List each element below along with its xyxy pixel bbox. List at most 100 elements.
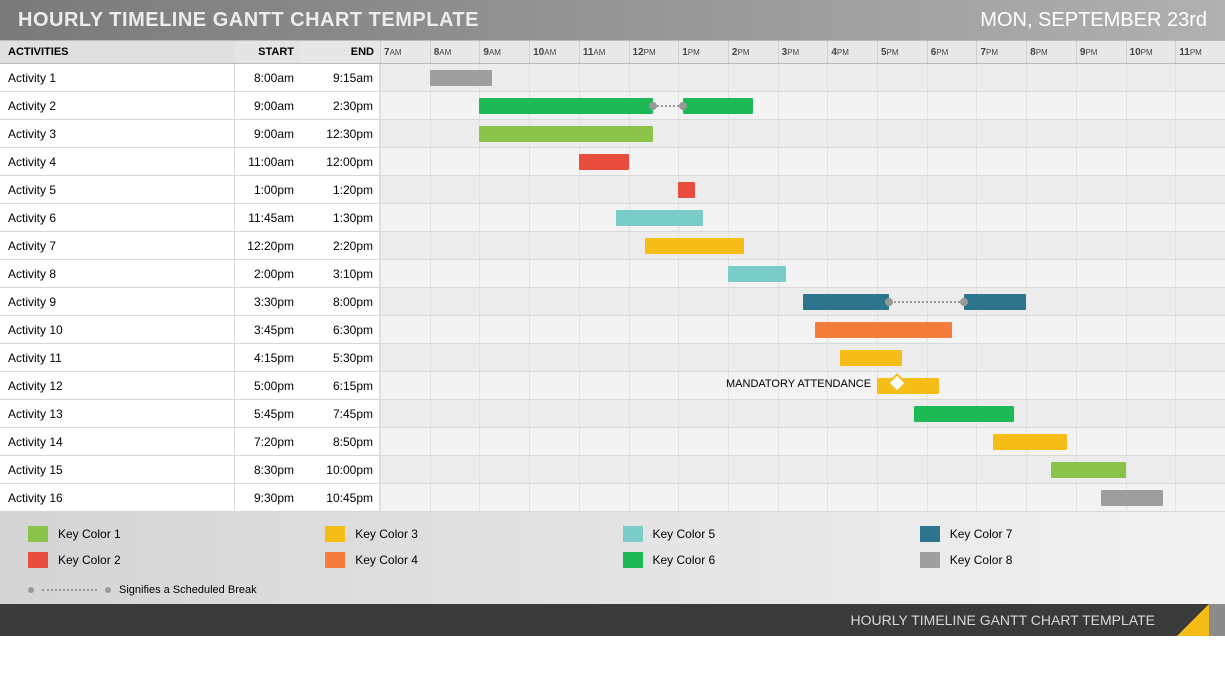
legend: Key Color 1Key Color 3Key Color 5Key Col… bbox=[0, 512, 1225, 604]
table-header: ACTIVITIES START END 7AM8AM9AM10AM11AM12… bbox=[0, 40, 1225, 64]
annotation-label: MANDATORY ATTENDANCE bbox=[726, 378, 877, 390]
timeline-cell bbox=[380, 400, 1225, 427]
table-row: Activity 18:00am9:15am bbox=[0, 64, 1225, 92]
legend-label: Key Color 8 bbox=[950, 553, 1013, 567]
hour-label: 2PM bbox=[728, 41, 778, 63]
timeline-cell bbox=[380, 260, 1225, 287]
timeline-cell bbox=[380, 428, 1225, 455]
start-time: 8:30pm bbox=[235, 456, 300, 483]
legend-swatch-icon bbox=[623, 552, 643, 568]
timeline-cell bbox=[380, 232, 1225, 259]
timeline-cell bbox=[380, 456, 1225, 483]
table-row: Activity 93:30pm8:00pm bbox=[0, 288, 1225, 316]
end-time: 6:30pm bbox=[300, 316, 380, 343]
legend-swatch-icon bbox=[325, 552, 345, 568]
activity-name: Activity 5 bbox=[0, 176, 235, 203]
gantt-bar[interactable] bbox=[616, 210, 703, 226]
gantt-bar[interactable] bbox=[479, 126, 653, 142]
timeline-cell bbox=[380, 204, 1225, 231]
end-time: 1:20pm bbox=[300, 176, 380, 203]
gantt-bar[interactable] bbox=[914, 406, 1013, 422]
legend-item: Key Color 7 bbox=[920, 526, 1217, 542]
gantt-bar[interactable] bbox=[1051, 462, 1126, 478]
table-row: Activity 103:45pm6:30pm bbox=[0, 316, 1225, 344]
gantt-bar[interactable] bbox=[430, 70, 492, 86]
table-row: Activity 82:00pm3:10pm bbox=[0, 260, 1225, 288]
gantt-bar[interactable] bbox=[1101, 490, 1163, 506]
gantt-bar[interactable] bbox=[645, 238, 744, 254]
legend-break-item: Signifies a Scheduled Break bbox=[28, 578, 1217, 596]
end-time: 5:30pm bbox=[300, 344, 380, 371]
end-time: 12:30pm bbox=[300, 120, 380, 147]
hour-label: 7PM bbox=[976, 41, 1026, 63]
table-row: Activity 135:45pm7:45pm bbox=[0, 400, 1225, 428]
end-time: 2:30pm bbox=[300, 92, 380, 119]
legend-label: Key Color 3 bbox=[355, 527, 418, 541]
page-title: HOURLY TIMELINE GANTT CHART TEMPLATE bbox=[18, 9, 479, 32]
gantt-bar[interactable] bbox=[579, 154, 629, 170]
hour-label: 5PM bbox=[877, 41, 927, 63]
timeline-cell: MANDATORY ATTENDANCE bbox=[380, 372, 1225, 399]
legend-item: Key Color 8 bbox=[920, 552, 1217, 568]
end-time: 7:45pm bbox=[300, 400, 380, 427]
footer-accent2 bbox=[1209, 604, 1225, 636]
activity-name: Activity 16 bbox=[0, 484, 235, 511]
hour-label: 7AM bbox=[380, 41, 430, 63]
legend-break-label: Signifies a Scheduled Break bbox=[119, 584, 257, 596]
timeline-cell bbox=[380, 64, 1225, 91]
legend-item: Key Color 5 bbox=[623, 526, 920, 542]
gantt-bar[interactable] bbox=[678, 182, 694, 198]
timeline-cell bbox=[380, 344, 1225, 371]
activity-name: Activity 15 bbox=[0, 456, 235, 483]
gantt-bar[interactable] bbox=[803, 294, 890, 310]
gantt-bar[interactable] bbox=[815, 322, 952, 338]
gantt-bar[interactable] bbox=[728, 266, 786, 282]
activity-name: Activity 11 bbox=[0, 344, 235, 371]
legend-label: Key Color 2 bbox=[58, 553, 121, 567]
hour-label: 1PM bbox=[678, 41, 728, 63]
start-time: 5:00pm bbox=[235, 372, 300, 399]
hour-label: 3PM bbox=[778, 41, 828, 63]
gantt-bar[interactable] bbox=[683, 98, 753, 114]
end-time: 12:00pm bbox=[300, 148, 380, 175]
table-row: Activity 147:20pm8:50pm bbox=[0, 428, 1225, 456]
header-bar: HOURLY TIMELINE GANTT CHART TEMPLATE MON… bbox=[0, 0, 1225, 40]
timeline-cell bbox=[380, 176, 1225, 203]
start-time: 11:45am bbox=[235, 204, 300, 231]
break-line-icon bbox=[42, 589, 97, 591]
timeline-cell bbox=[380, 484, 1225, 511]
timeline-cell bbox=[380, 92, 1225, 119]
legend-item: Key Color 1 bbox=[28, 526, 325, 542]
start-time: 8:00am bbox=[235, 64, 300, 91]
legend-label: Key Color 4 bbox=[355, 553, 418, 567]
activity-name: Activity 7 bbox=[0, 232, 235, 259]
activity-name: Activity 8 bbox=[0, 260, 235, 287]
activity-name: Activity 12 bbox=[0, 372, 235, 399]
legend-item: Key Color 4 bbox=[325, 552, 622, 568]
legend-swatch-icon bbox=[325, 526, 345, 542]
timeline-cell bbox=[380, 288, 1225, 315]
activity-name: Activity 4 bbox=[0, 148, 235, 175]
end-time: 10:45pm bbox=[300, 484, 380, 511]
table-row: Activity 39:00am12:30pm bbox=[0, 120, 1225, 148]
legend-swatch-icon bbox=[28, 552, 48, 568]
legend-swatch-icon bbox=[28, 526, 48, 542]
hour-label: 9AM bbox=[479, 41, 529, 63]
legend-swatch-icon bbox=[920, 526, 940, 542]
col-header-end: END bbox=[300, 41, 380, 63]
end-time: 1:30pm bbox=[300, 204, 380, 231]
gantt-bar[interactable] bbox=[479, 98, 653, 114]
start-time: 4:15pm bbox=[235, 344, 300, 371]
legend-item: Key Color 2 bbox=[28, 552, 325, 568]
gantt-bar[interactable] bbox=[964, 294, 1026, 310]
timeline-header: 7AM8AM9AM10AM11AM12PM1PM2PM3PM4PM5PM6PM7… bbox=[380, 41, 1225, 63]
activity-name: Activity 13 bbox=[0, 400, 235, 427]
gantt-bar[interactable] bbox=[993, 434, 1068, 450]
gantt-bar[interactable] bbox=[877, 378, 939, 394]
hour-label: 11PM bbox=[1175, 41, 1225, 63]
gantt-bar[interactable] bbox=[840, 350, 902, 366]
col-header-start: START bbox=[235, 41, 300, 63]
end-time: 9:15am bbox=[300, 64, 380, 91]
break-dot-icon bbox=[28, 587, 34, 593]
start-time: 9:00am bbox=[235, 92, 300, 119]
